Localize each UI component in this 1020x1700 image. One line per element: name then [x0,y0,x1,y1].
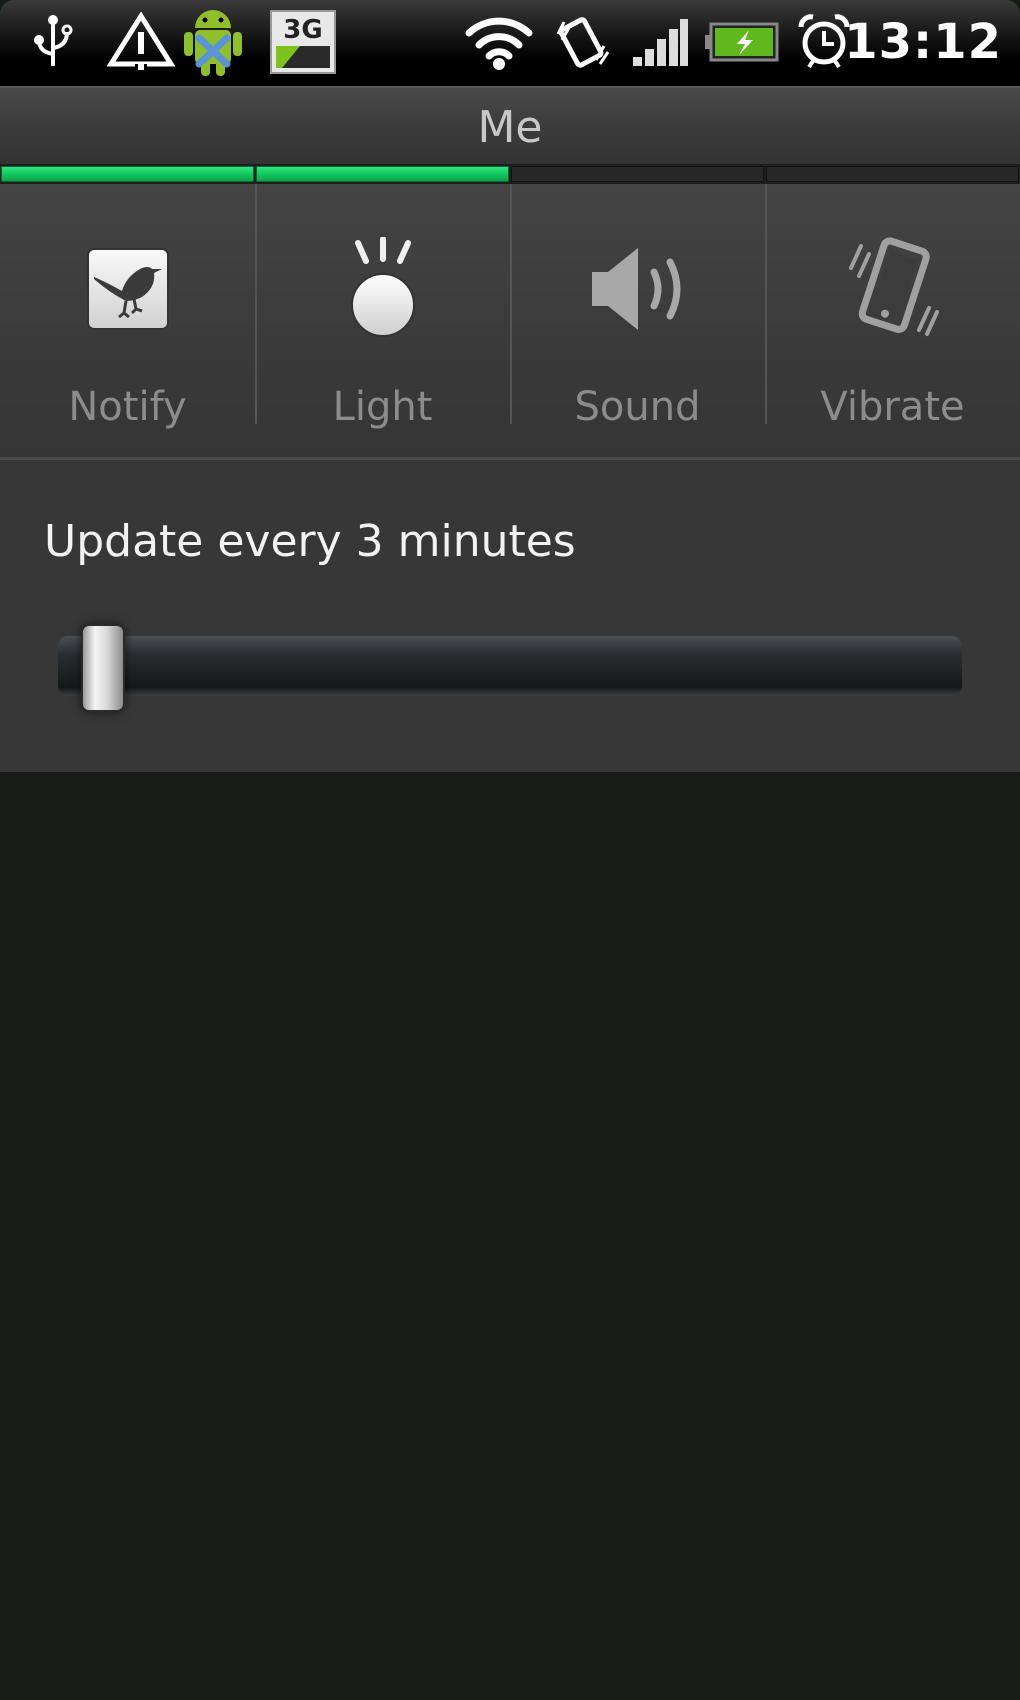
signal-icon [630,10,690,74]
3g-label: 3G [283,15,322,45]
toggle-label: Vibrate [820,384,965,430]
toggle-label: Sound [574,384,701,430]
toggle-label: Notify [68,384,187,430]
speaker-icon [583,234,693,344]
warning-icon [106,10,176,74]
battery-charging-icon [704,10,780,74]
bird-icon [73,234,183,344]
vibrate-phone-icon [838,234,948,344]
status-bar: 3G 13:12 [0,0,1020,86]
wifi-icon [464,10,534,74]
toggle-indicator-strip [0,164,1020,184]
toggle-label: Light [332,384,433,430]
indicator-sound [511,166,764,182]
page-title: Me [477,102,543,153]
toggle-row: Notify Light Sound Vibrate [0,184,1020,460]
clock: 13:12 [844,14,1002,70]
3g-icon: 3G [268,10,338,74]
indicator-vibrate [766,166,1019,182]
toggle-notify[interactable]: Notify [0,184,255,457]
content-area [0,772,1020,1700]
toggle-vibrate[interactable]: Vibrate [765,184,1020,457]
toggle-light[interactable]: Light [255,184,510,457]
toggle-sound[interactable]: Sound [510,184,765,457]
android-debug-icon [180,10,246,76]
title-bar: Me [0,86,1020,166]
led-light-icon [328,234,438,344]
indicator-notify [1,166,254,182]
vibrate-mode-icon [550,10,614,74]
indicator-light [256,166,509,182]
update-interval-slider-track[interactable] [58,636,962,696]
usb-icon [28,10,78,74]
update-interval-panel: Update every 3 minutes [0,460,1020,772]
update-interval-slider-thumb[interactable] [81,624,126,712]
update-interval-label: Update every 3 minutes [44,516,576,567]
